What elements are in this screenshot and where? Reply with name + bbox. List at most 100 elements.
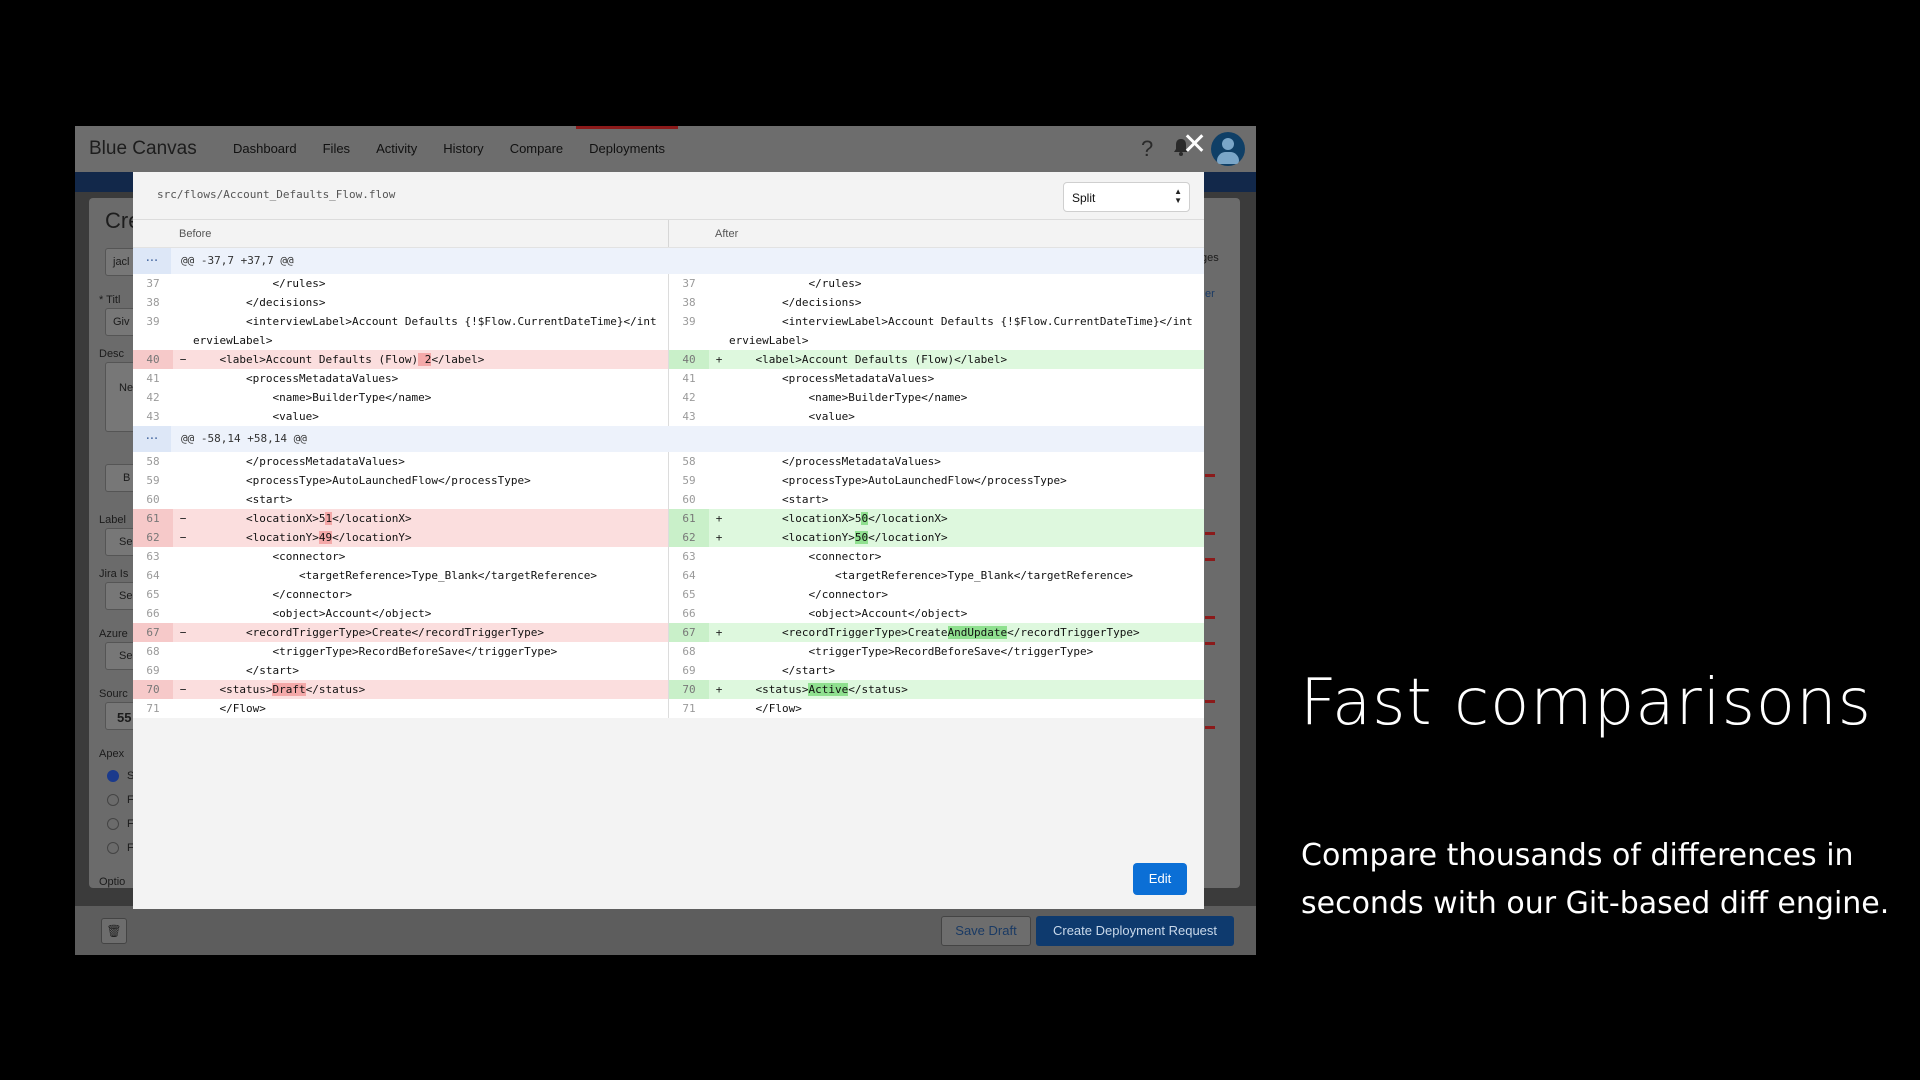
nav-activity[interactable]: Activity xyxy=(363,126,430,172)
code-segment: <recordTriggerType>Create xyxy=(729,626,948,639)
code-segment: <label>Account Defaults (Flow)</label> xyxy=(729,353,1008,366)
after-line: 61 + <locationX>50</locationX> xyxy=(668,509,1204,528)
before-line: 62− <locationY>49</locationY> xyxy=(133,528,668,547)
code-segment: <status> xyxy=(729,683,809,696)
line-number: 38 xyxy=(146,296,160,309)
line-number: 39 xyxy=(682,315,696,328)
code-text: <locationX>51</locationX> xyxy=(193,509,668,528)
code-text: <targetReference>Type_Blank</targetRefer… xyxy=(729,569,1133,582)
expand-hunk-button[interactable]: ... xyxy=(133,248,171,274)
view-mode-select[interactable]: Split ▲ ▼ xyxy=(1063,182,1190,212)
after-line: 58 </processMetadataValues> xyxy=(668,452,1204,471)
line-marker xyxy=(709,547,729,566)
diff-row: 58 </processMetadataValues> 58 </processM… xyxy=(133,452,1204,471)
help-icon[interactable]: ? xyxy=(1141,136,1153,162)
nav-files[interactable]: Files xyxy=(310,126,363,172)
code-segment: </status> xyxy=(305,683,366,696)
removed-marker: − xyxy=(179,353,187,366)
line-number: 65 xyxy=(146,588,160,601)
code-text: <start> xyxy=(729,493,829,506)
line-marker xyxy=(709,388,729,407)
avatar[interactable] xyxy=(1211,132,1245,166)
nav-deployments[interactable]: Deployments xyxy=(576,126,679,172)
code-segment: </label> xyxy=(431,353,485,366)
line-marker xyxy=(709,369,729,388)
line-marker xyxy=(709,604,729,623)
bg-status-mark xyxy=(1205,474,1215,477)
before-line: 64 <targetReference>Type_Blank</targetRe… xyxy=(133,566,668,585)
app-header: Blue Canvas Dashboard Files Activity His… xyxy=(75,126,1256,172)
line-marker xyxy=(709,661,729,680)
bg-field-text: jacl xyxy=(113,256,130,268)
line-number: 70 xyxy=(133,680,173,699)
line-number: 61 xyxy=(669,509,709,528)
line-marker xyxy=(173,274,193,293)
app-logo: Blue Canvas xyxy=(89,138,197,159)
line-number: 63 xyxy=(682,550,696,563)
line-number: 41 xyxy=(146,372,160,385)
code-text: </decisions> xyxy=(193,296,326,309)
code-text: <value> xyxy=(193,410,319,423)
line-marker xyxy=(173,452,193,471)
code-text: <name>BuilderType</name> xyxy=(729,391,968,404)
code-segment: <locationY> xyxy=(729,531,855,544)
line-marker xyxy=(173,312,193,350)
line-number: 68 xyxy=(682,645,696,658)
bg-radio xyxy=(107,818,119,830)
line-number: 37 xyxy=(146,277,160,290)
nav-dashboard[interactable]: Dashboard xyxy=(220,126,310,172)
code-text: <status>Active</status> xyxy=(729,680,1204,699)
line-marker xyxy=(709,312,729,350)
line-marker xyxy=(173,661,193,680)
diff-row: 60 <start> 60 <start> xyxy=(133,490,1204,509)
bg-label: Sourc xyxy=(99,688,128,700)
line-number: 68 xyxy=(146,645,160,658)
after-line: 63 <connector> xyxy=(668,547,1204,566)
before-line: 61− <locationX>51</locationX> xyxy=(133,509,668,528)
code-text: </decisions> xyxy=(729,296,862,309)
code-text: <processMetadataValues> xyxy=(729,372,935,385)
line-number: 43 xyxy=(682,410,696,423)
line-number: 38 xyxy=(682,296,696,309)
diff-row: 70− <status>Draft</status> 70 + <status>Ac… xyxy=(133,680,1204,699)
line-marker xyxy=(709,699,729,718)
expand-hunk-button[interactable]: ... xyxy=(133,426,171,452)
before-line: 67− <recordTriggerType>Create</recordTri… xyxy=(133,623,668,642)
close-icon[interactable]: ✕ xyxy=(1182,130,1207,160)
bg-radio xyxy=(107,842,119,854)
bg-right-text: er xyxy=(1205,288,1215,300)
trash-icon[interactable]: 🗑 xyxy=(101,918,127,944)
code-text: </processMetadataValues> xyxy=(729,455,941,468)
bg-label: Label xyxy=(99,514,126,526)
nav-compare[interactable]: Compare xyxy=(497,126,576,172)
line-marker xyxy=(173,407,193,426)
before-line: 37 </rules> xyxy=(133,274,668,293)
diff-row: 37 </rules> 37 </rules> xyxy=(133,274,1204,293)
code-text: <label>Account Defaults (Flow) 2</label> xyxy=(193,350,668,369)
line-marker xyxy=(709,452,729,471)
line-number: 65 xyxy=(682,588,696,601)
before-line: 65 </connector> xyxy=(133,585,668,604)
before-line: 42 <name>BuilderType</name> xyxy=(133,388,668,407)
bg-label: Desc xyxy=(99,348,125,360)
line-number: 58 xyxy=(682,455,696,468)
code-text: <triggerType>RecordBeforeSave</triggerTy… xyxy=(193,645,558,658)
line-marker xyxy=(173,293,193,312)
code-text: </connector> xyxy=(193,588,352,601)
code-text: <connector> xyxy=(729,550,882,563)
code-text: <name>BuilderType</name> xyxy=(193,391,432,404)
create-deployment-request-button[interactable]: Create Deployment Request xyxy=(1036,916,1234,946)
nav-history[interactable]: History xyxy=(430,126,496,172)
line-marker xyxy=(709,293,729,312)
code-segment: <locationY> xyxy=(193,531,319,544)
diff-row: 67− <recordTriggerType>Create</recordTri… xyxy=(133,623,1204,642)
edit-button[interactable]: Edit xyxy=(1133,863,1187,895)
after-label: After xyxy=(715,228,739,240)
diff-row: 65 </connector> 65 </connector> xyxy=(133,585,1204,604)
code-segment: </locationX> xyxy=(332,512,412,525)
diff-view: ... @@ -37,7 +37,7 @@ 37 </rules> 37 </rule… xyxy=(133,248,1204,718)
before-line: 40− <label>Account Defaults (Flow) 2</la… xyxy=(133,350,668,369)
code-text: <object>Account</object> xyxy=(193,607,432,620)
code-segment: </status> xyxy=(848,683,908,696)
save-draft-button[interactable]: Save Draft xyxy=(941,916,1031,946)
